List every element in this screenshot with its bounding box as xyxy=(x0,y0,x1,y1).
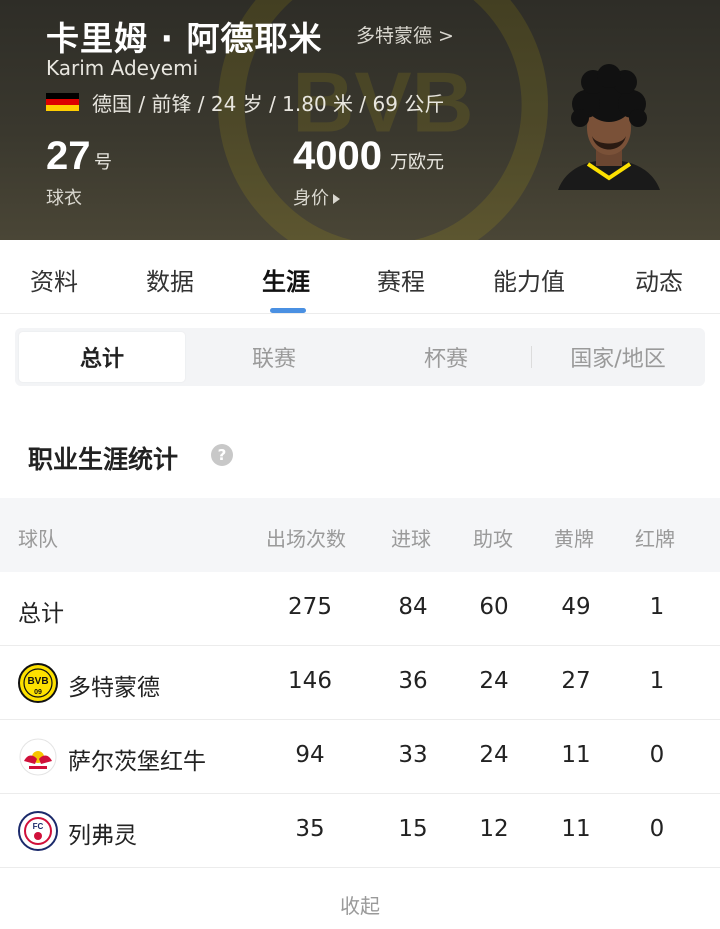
player-header: BVB 卡里姆 · 阿德耶米 多特蒙德 > Karim Adeyemi 德国 /… xyxy=(0,0,720,240)
yellow-cards: 11 xyxy=(561,742,591,768)
yellow-cards: 11 xyxy=(561,816,591,842)
table-row-total: 总计 275 84 60 49 1 xyxy=(0,572,720,646)
assists: 60 xyxy=(479,594,509,620)
table-row[interactable]: BVB 09 多特蒙德 146 36 24 27 1 xyxy=(0,646,720,720)
appearances: 275 xyxy=(288,594,332,620)
tab-schedule[interactable]: 赛程 xyxy=(377,262,425,297)
team-name: 萨尔茨堡红牛 xyxy=(68,749,206,775)
market-value: 4000 xyxy=(293,134,382,178)
red-bull-salzburg-logo-icon xyxy=(19,738,57,776)
market-value-label: 身价 xyxy=(293,188,329,209)
goals: 33 xyxy=(398,742,428,768)
market-value-unit: 万欧元 xyxy=(390,152,444,173)
header-appearances: 出场次数 xyxy=(266,527,346,551)
header-red-cards: 红牌 xyxy=(635,527,675,551)
table-row[interactable]: FC 列弗灵 35 15 12 11 0 xyxy=(0,794,720,868)
tab-bar: 资料 数据 生涯 赛程 能力值 动态 xyxy=(0,240,720,314)
team-name: 列弗灵 xyxy=(68,823,137,849)
germany-flag-icon xyxy=(46,93,79,111)
yellow-cards: 49 xyxy=(561,594,591,620)
player-photo xyxy=(558,64,660,190)
red-cards: 0 xyxy=(649,742,665,768)
segment-national[interactable]: 国家/地区 xyxy=(535,332,701,382)
section-title: 职业生涯统计 xyxy=(28,445,179,474)
divider xyxy=(0,313,720,314)
player-name-cn: 卡里姆 · 阿德耶米 xyxy=(46,19,323,58)
header-assists: 助攻 xyxy=(473,527,513,551)
assists: 24 xyxy=(479,742,509,768)
yellow-cards: 27 xyxy=(561,668,591,694)
tab-ability[interactable]: 能力值 xyxy=(493,262,565,297)
appearances: 94 xyxy=(295,742,325,768)
red-cards: 0 xyxy=(649,816,665,842)
header-team: 球队 xyxy=(18,527,58,551)
table-row[interactable]: 萨尔茨堡红牛 94 33 24 11 0 xyxy=(0,720,720,794)
tab-profile[interactable]: 资料 xyxy=(30,262,78,297)
club-link[interactable]: 多特蒙德 > xyxy=(356,21,454,48)
jersey-unit: 号 xyxy=(94,152,112,173)
goals: 36 xyxy=(398,668,428,694)
team-name: 总计 xyxy=(18,601,64,627)
player-info: 德国 / 前锋 / 24 岁 / 1.80 米 / 69 公斤 xyxy=(92,92,445,116)
tab-stats[interactable]: 数据 xyxy=(146,262,194,297)
collapse-button[interactable]: 收起 xyxy=(0,890,720,919)
svg-text:FC: FC xyxy=(33,822,44,831)
header-yellow-cards: 黄牌 xyxy=(554,527,594,551)
svg-text:BVB: BVB xyxy=(27,676,48,687)
question-icon[interactable]: ? xyxy=(211,444,233,466)
svg-text:09: 09 xyxy=(34,689,42,696)
player-name-en: Karim Adeyemi xyxy=(46,56,199,80)
assists: 12 xyxy=(479,816,509,842)
jersey-number: 27 xyxy=(46,134,91,178)
segment-total[interactable]: 总计 xyxy=(19,332,185,382)
tab-news[interactable]: 动态 xyxy=(635,262,683,297)
team-name: 多特蒙德 xyxy=(68,675,160,701)
competition-filter: 总计 联赛 杯赛 国家/地区 xyxy=(15,328,705,386)
bvb-logo-icon: BVB 09 xyxy=(18,663,58,703)
red-cards: 1 xyxy=(649,668,665,694)
tab-career[interactable]: 生涯 xyxy=(262,262,310,297)
play-arrow-icon xyxy=(333,194,340,204)
table-header: 球队 出场次数 进球 助攻 黄牌 红牌 xyxy=(0,498,720,572)
header-goals: 进球 xyxy=(391,527,431,551)
red-cards: 1 xyxy=(649,594,665,620)
fc-liefering-logo-icon: FC xyxy=(18,811,58,851)
goals: 15 xyxy=(398,816,428,842)
appearances: 35 xyxy=(295,816,325,842)
jersey-label: 球衣 xyxy=(46,188,82,209)
assists: 24 xyxy=(479,668,509,694)
appearances: 146 xyxy=(288,668,332,694)
market-value-link[interactable]: 身价 xyxy=(293,184,340,210)
segment-cup[interactable]: 杯赛 xyxy=(363,332,529,382)
goals: 84 xyxy=(398,594,428,620)
segment-league[interactable]: 联赛 xyxy=(191,332,357,382)
segment-divider xyxy=(531,346,532,368)
